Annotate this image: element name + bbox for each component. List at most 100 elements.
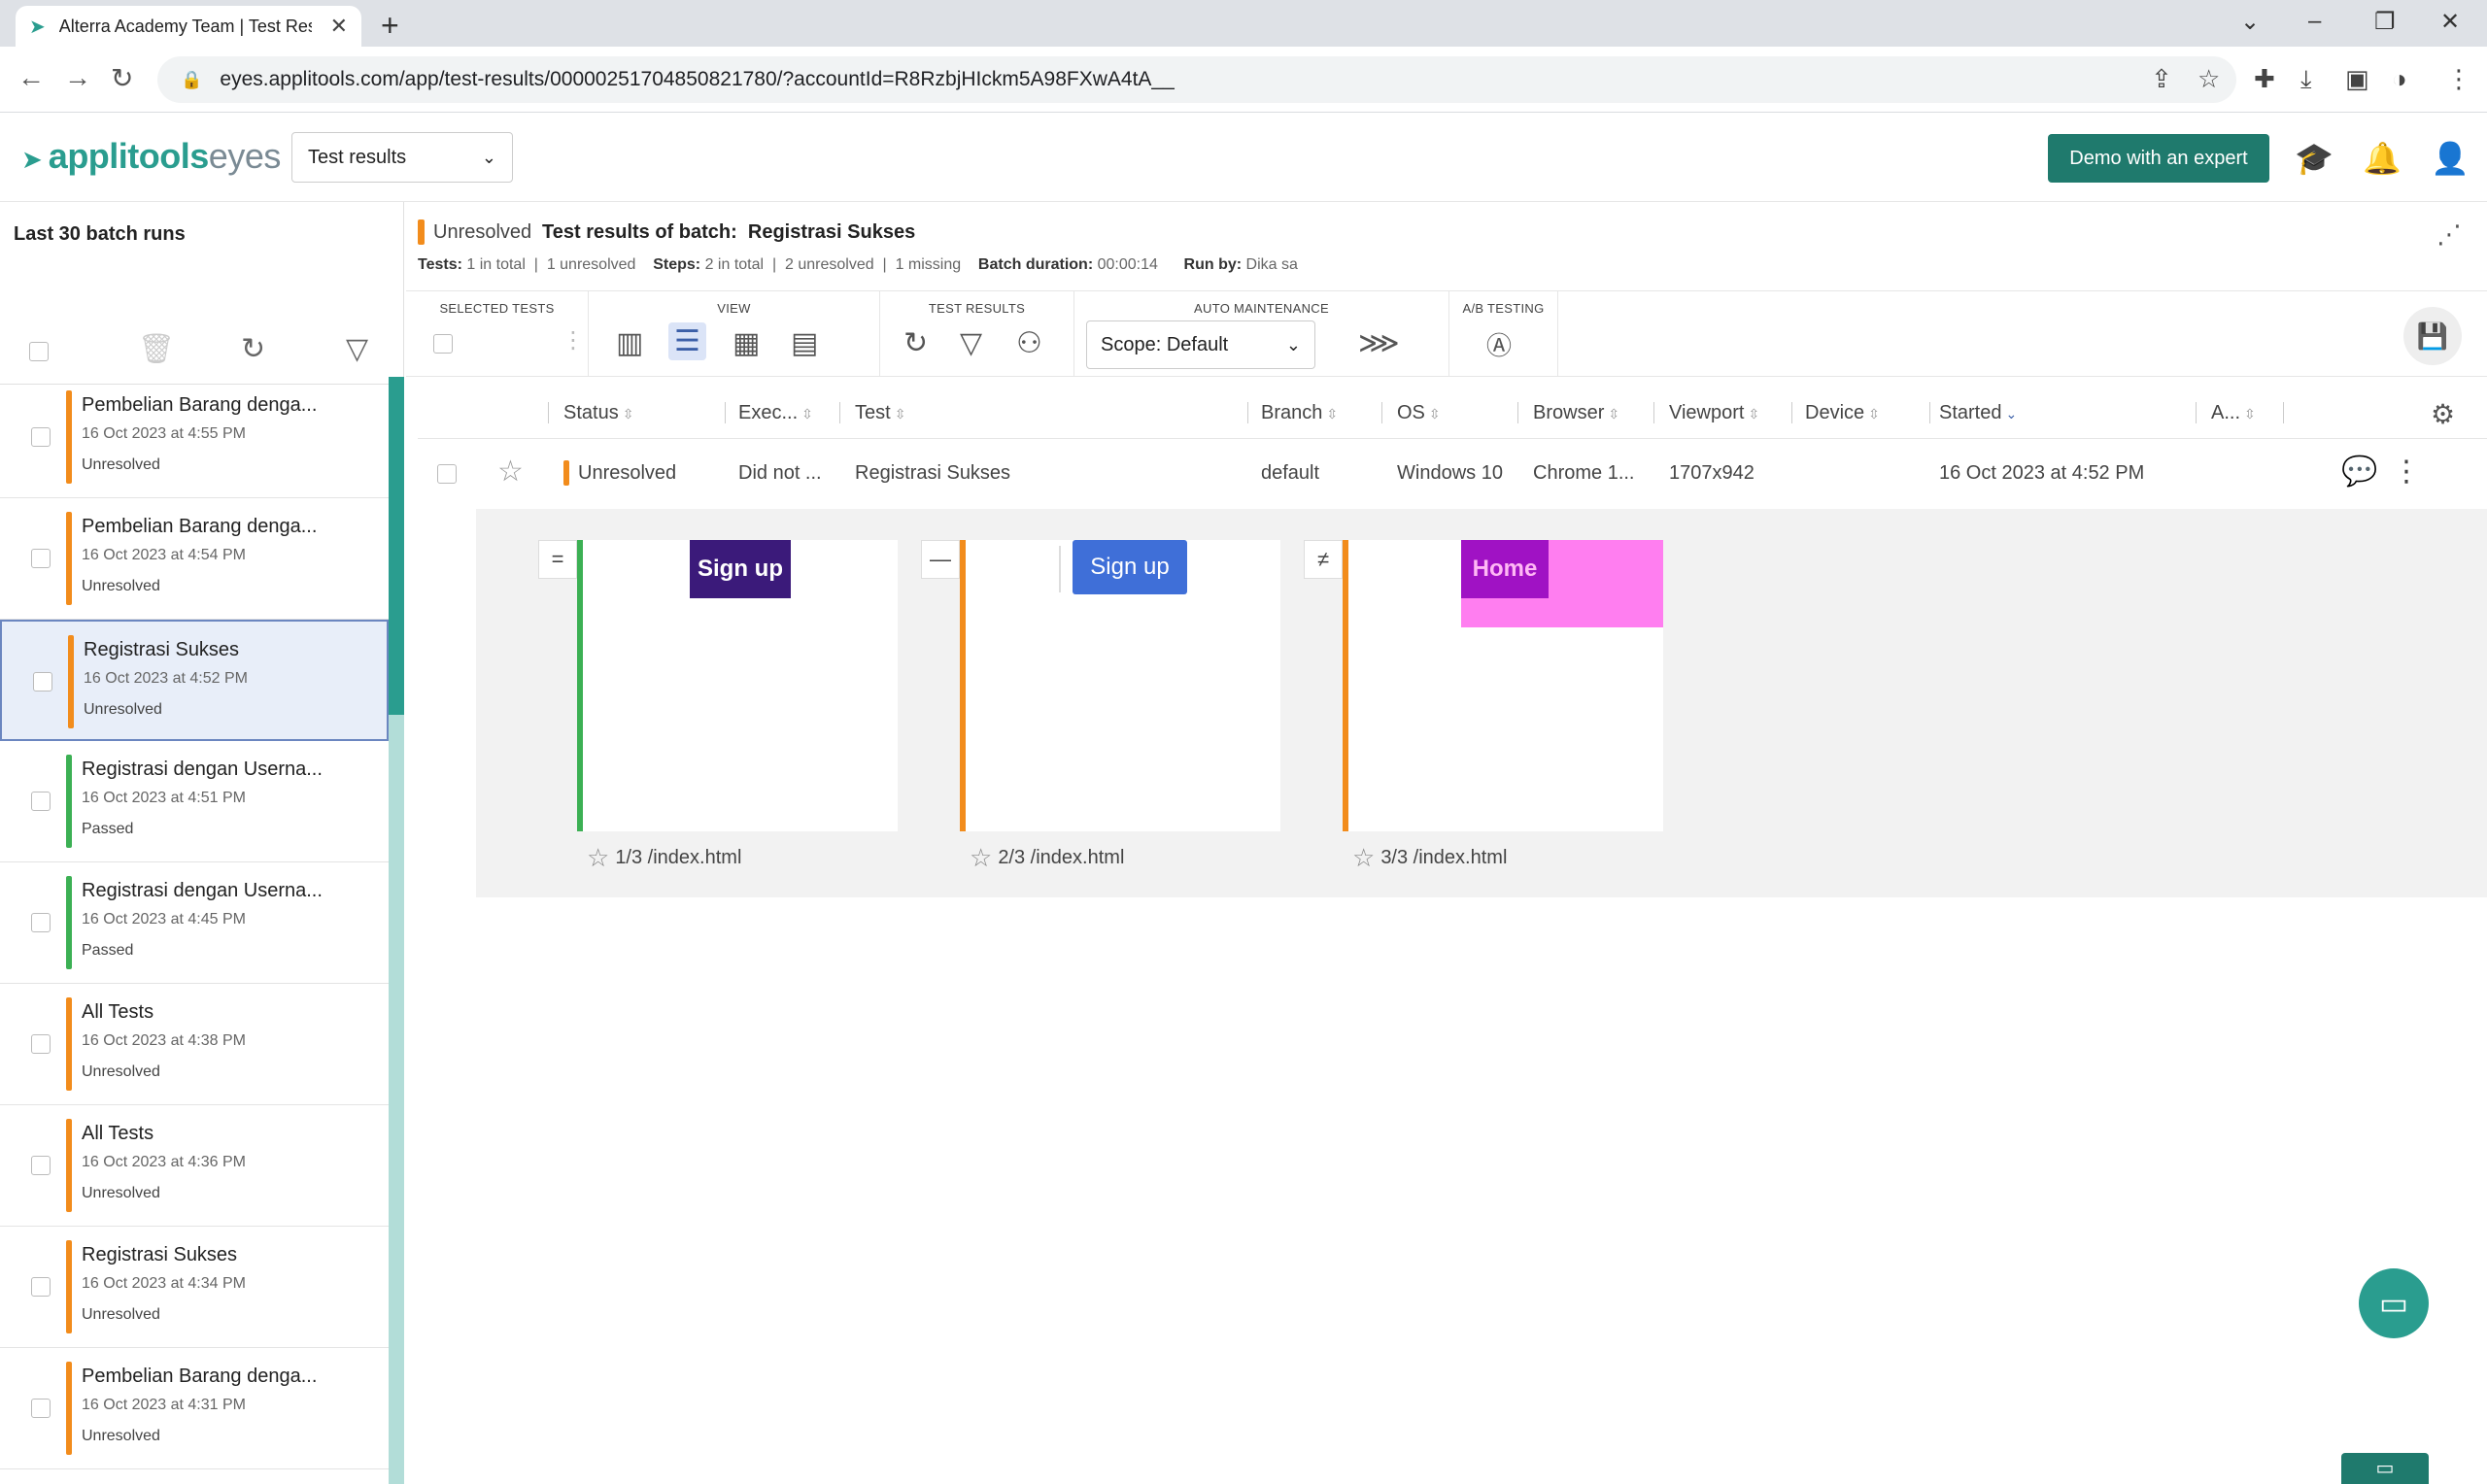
batch-duration: 00:00:14: [1097, 256, 1158, 273]
feedback-tab[interactable]: ▭: [2341, 1453, 2429, 1484]
filter-funnel-icon[interactable]: ▽: [346, 332, 368, 366]
forward-icon[interactable]: →: [64, 62, 91, 93]
batch-checkbox[interactable]: [33, 672, 52, 691]
applitools-logo[interactable]: ➤ applitools eyes: [21, 136, 281, 177]
chat-launcher-button[interactable]: ▭: [2359, 1268, 2429, 1338]
ab-testing-group: A/B TESTING Ⓐ: [1449, 291, 1558, 377]
scope-select[interactable]: Scope: Default ⌄: [1086, 320, 1315, 369]
batch-checkbox[interactable]: [31, 913, 51, 932]
select-all-batches-checkbox[interactable]: [29, 342, 49, 361]
column-a[interactable]: A... ⇳: [2211, 402, 2256, 424]
column-separator: [839, 402, 840, 423]
demo-with-expert-button[interactable]: Demo with an expert: [2048, 134, 2269, 183]
table-row[interactable]: ☆ Unresolved Did not ... Registrasi Suks…: [418, 439, 2487, 509]
column-settings-icon[interactable]: ⚙: [2431, 398, 2455, 430]
step-screenshot[interactable]: Home: [1343, 540, 1663, 831]
refresh-results-icon[interactable]: ↻: [903, 326, 928, 360]
column-branch[interactable]: Branch ⇳: [1261, 402, 1338, 424]
browser-menu-icon[interactable]: ⋮: [2446, 64, 2471, 94]
batch-status: Unresolved: [82, 1185, 160, 1201]
batch-checkbox[interactable]: [31, 549, 51, 568]
more-options-icon[interactable]: ⋮: [562, 326, 585, 354]
extensions-icon[interactable]: ✚: [2254, 64, 2275, 94]
chart-view-icon[interactable]: ▥: [616, 326, 643, 360]
step-screenshot[interactable]: Sign up: [577, 540, 898, 831]
column-browser[interactable]: Browser ⇳: [1533, 402, 1619, 424]
select-all-tests-checkbox[interactable]: [433, 334, 453, 354]
row-more-icon[interactable]: ⋮: [2392, 455, 2421, 489]
minimize-icon[interactable]: –: [2308, 8, 2321, 35]
batch-item[interactable]: Pembelian Barang denga... 16 Oct 2023 at…: [0, 1348, 389, 1469]
batch-checkbox[interactable]: [31, 427, 51, 447]
auto-maintain-arrows-icon[interactable]: ⋙: [1358, 326, 1400, 360]
browser-tab[interactable]: ➤ Alterra Academy Team | Test Res ✕: [16, 6, 361, 47]
profile-avatar-icon[interactable]: ◑: [2392, 64, 2407, 94]
url-omnibox[interactable]: 🔒 eyes.applitools.com/app/test-results/0…: [157, 56, 2236, 103]
tab-search-icon[interactable]: ⌄: [2240, 8, 2260, 36]
grid-view-icon[interactable]: ▦: [732, 326, 760, 360]
close-window-icon[interactable]: ✕: [2440, 8, 2460, 36]
download-icon[interactable]: ⤓: [2300, 64, 2312, 95]
batch-item[interactable]: Pembelian Barang denga... 16 Oct 2023 at…: [0, 498, 389, 620]
back-icon[interactable]: ←: [17, 62, 45, 93]
batch-checkbox[interactable]: [31, 1156, 51, 1175]
comment-icon[interactable]: 💬: [2341, 455, 2377, 489]
step-screenshot[interactable]: Sign up: [960, 540, 1280, 831]
delete-trash-icon[interactable]: 🗑: [138, 332, 175, 366]
row-test[interactable]: Registrasi Sukses: [855, 462, 1010, 485]
share-icon[interactable]: ⋰: [2436, 219, 2462, 250]
duration-label: Batch duration:: [977, 256, 1094, 273]
details-view-icon[interactable]: ▤: [791, 326, 818, 360]
step-thumbnail[interactable]: ≠ Home ☆ 3/3 /index.html: [1304, 540, 1663, 880]
scope-value: Scope: Default: [1101, 333, 1229, 355]
batch-item[interactable]: Registrasi dengan Userna... 16 Oct 2023 …: [0, 862, 389, 984]
column-status[interactable]: Status ⇳: [563, 402, 633, 424]
restore-icon[interactable]: ❐: [2374, 8, 2396, 36]
batch-item[interactable]: Registrasi dengan Userna... 16 Oct 2023 …: [0, 741, 389, 862]
step-star-icon[interactable]: ☆: [587, 843, 609, 872]
batch-list-scrollbar-thumb[interactable]: [389, 377, 404, 715]
batch-checkbox[interactable]: [31, 1399, 51, 1418]
batch-checkbox[interactable]: [31, 792, 51, 811]
new-tab-icon[interactable]: +: [381, 8, 399, 44]
column-viewport[interactable]: Viewport ⇳: [1669, 402, 1759, 424]
list-view-icon[interactable]: ☰: [668, 322, 706, 360]
row-checkbox[interactable]: [437, 464, 457, 484]
group-by-icon[interactable]: ⚇: [1016, 326, 1042, 360]
batch-item[interactable]: All Tests 16 Oct 2023 at 4:36 PM Unresol…: [0, 1105, 389, 1227]
save-icon[interactable]: 💾: [2403, 307, 2462, 365]
batch-item[interactable]: Pembelian Barang denga... 16 Oct 2023 at…: [0, 377, 389, 498]
sidepanel-icon[interactable]: ▣: [2345, 64, 2369, 94]
batch-item[interactable]: All Tests 16 Oct 2023 at 4:38 PM Unresol…: [0, 984, 389, 1105]
share-page-icon[interactable]: ⇪: [2151, 64, 2172, 94]
batch-checkbox[interactable]: [31, 1277, 51, 1297]
bookmark-star-icon[interactable]: ☆: [2197, 64, 2220, 94]
step-thumbnail[interactable]: — Sign up ☆ 2/3 /index.html: [921, 540, 1280, 880]
thumb-divider: [1059, 546, 1061, 592]
refresh-icon[interactable]: ↻: [241, 332, 265, 366]
notifications-bell-icon[interactable]: 🔔: [2363, 140, 2402, 177]
column-device[interactable]: Device ⇳: [1805, 402, 1880, 424]
step-star-icon[interactable]: ☆: [970, 843, 992, 872]
filter-results-icon[interactable]: ▽: [960, 326, 982, 360]
batch-checkbox[interactable]: [31, 1034, 51, 1054]
tab-title: Alterra Academy Team | Test Res: [58, 16, 312, 36]
user-menu-icon[interactable]: 👤: [2431, 140, 2470, 177]
step-thumbnail[interactable]: = Sign up ☆ 1/3 /index.html: [538, 540, 898, 880]
reload-icon[interactable]: ↻: [111, 62, 133, 94]
academy-cap-icon[interactable]: 🎓: [2295, 140, 2334, 177]
batch-status: Passed: [82, 942, 134, 959]
column-test[interactable]: Test ⇳: [855, 402, 905, 424]
star-icon[interactable]: ☆: [497, 455, 524, 489]
column-started[interactable]: Started ⌄: [1939, 402, 2017, 424]
column-os[interactable]: OS ⇳: [1397, 402, 1441, 424]
step-star-icon[interactable]: ☆: [1352, 843, 1375, 872]
column-exec[interactable]: Exec... ⇳: [738, 402, 813, 424]
batch-item-selected[interactable]: Registrasi Sukses 16 Oct 2023 at 4:52 PM…: [0, 620, 389, 741]
view-select[interactable]: Test results ⌄: [291, 132, 513, 183]
batch-item[interactable]: Registrasi Sukses 16 Oct 2023 at 4:34 PM…: [0, 1227, 389, 1348]
tests-unresolved: 1 unresolved: [546, 256, 636, 273]
ab-testing-icon[interactable]: Ⓐ: [1486, 326, 1512, 362]
close-tab-icon[interactable]: ✕: [330, 14, 348, 39]
sort-icon: ⇳: [1608, 406, 1620, 422]
